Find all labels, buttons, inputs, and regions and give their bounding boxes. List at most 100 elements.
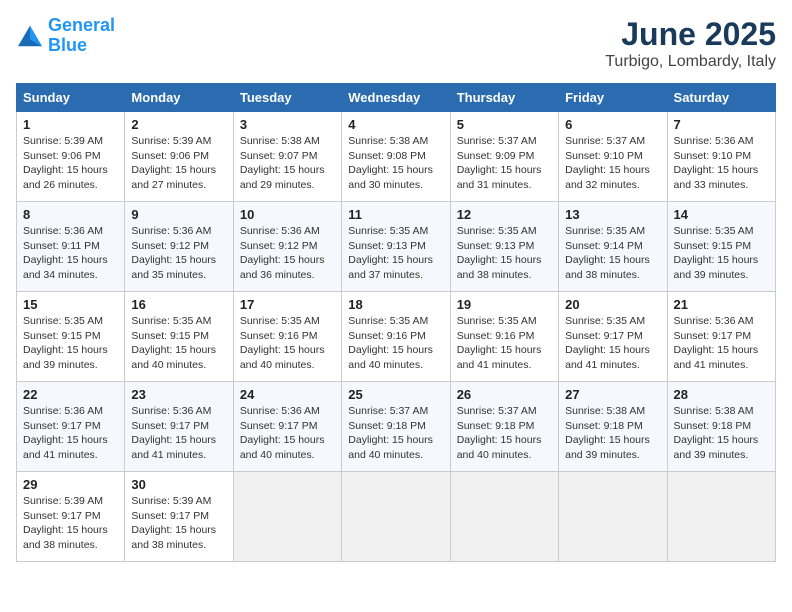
day-info: Sunrise: 5:35 AM Sunset: 9:16 PM Dayligh… <box>348 314 443 373</box>
weekday-header-row: SundayMondayTuesdayWednesdayThursdayFrid… <box>17 84 776 112</box>
logo-icon <box>16 24 44 48</box>
calendar-cell: 1Sunrise: 5:39 AM Sunset: 9:06 PM Daylig… <box>17 112 125 202</box>
calendar-cell: 27 Sunrise: 5:38 AM Sunset: 9:18 PM Dayli… <box>559 382 667 472</box>
day-info: Sunrise: 5:35 AM Sunset: 9:14 PM Dayligh… <box>565 224 660 283</box>
calendar-cell: 4Sunrise: 5:38 AM Sunset: 9:08 PM Daylig… <box>342 112 450 202</box>
calendar-cell: 8 Sunrise: 5:36 AM Sunset: 9:11 PM Daylig… <box>17 202 125 292</box>
day-number: 1 <box>23 117 118 132</box>
day-number: 17 <box>240 297 335 312</box>
day-info: Sunrise: 5:39 AM Sunset: 9:17 PM Dayligh… <box>131 494 226 553</box>
calendar-cell <box>450 472 558 562</box>
day-number: 22 <box>23 387 118 402</box>
day-info: Sunrise: 5:35 AM Sunset: 9:17 PM Dayligh… <box>565 314 660 373</box>
calendar-cell: 23Sunrise: 5:36 AM Sunset: 9:17 PM Dayli… <box>125 382 233 472</box>
calendar-cell: 25Sunrise: 5:37 AM Sunset: 9:18 PM Dayli… <box>342 382 450 472</box>
day-number: 10 <box>240 207 335 222</box>
day-number: 9 <box>131 207 226 222</box>
day-number: 3 <box>240 117 335 132</box>
calendar-cell: 2 Sunrise: 5:39 AM Sunset: 9:06 PM Daylig… <box>125 112 233 202</box>
weekday-header-wednesday: Wednesday <box>342 84 450 112</box>
calendar-cell: 9 Sunrise: 5:36 AM Sunset: 9:12 PM Daylig… <box>125 202 233 292</box>
calendar-cell: 6 Sunrise: 5:37 AM Sunset: 9:10 PM Daylig… <box>559 112 667 202</box>
calendar-cell <box>559 472 667 562</box>
day-info: Sunrise: 5:35 AM Sunset: 9:15 PM Dayligh… <box>674 224 769 283</box>
week-row-2: 8 Sunrise: 5:36 AM Sunset: 9:11 PM Daylig… <box>17 202 776 292</box>
calendar-cell: 18 Sunrise: 5:35 AM Sunset: 9:16 PM Dayli… <box>342 292 450 382</box>
day-number: 6 <box>565 117 660 132</box>
day-number: 14 <box>674 207 769 222</box>
day-info: Sunrise: 5:36 AM Sunset: 9:12 PM Dayligh… <box>240 224 335 283</box>
day-number: 11 <box>348 207 443 222</box>
calendar-cell: 21 Sunrise: 5:36 AM Sunset: 9:17 PM Dayli… <box>667 292 775 382</box>
day-number: 28 <box>674 387 769 402</box>
week-row-3: 15 Sunrise: 5:35 AM Sunset: 9:15 PM Dayli… <box>17 292 776 382</box>
day-number: 23 <box>131 387 226 402</box>
calendar-cell: 7 Sunrise: 5:36 AM Sunset: 9:10 PM Daylig… <box>667 112 775 202</box>
day-info: Sunrise: 5:36 AM Sunset: 9:12 PM Dayligh… <box>131 224 226 283</box>
calendar-title: June 2025 <box>605 16 776 53</box>
day-info: Sunrise: 5:35 AM Sunset: 9:13 PM Dayligh… <box>348 224 443 283</box>
calendar-cell: 3 Sunrise: 5:38 AM Sunset: 9:07 PM Daylig… <box>233 112 341 202</box>
calendar-cell: 24 Sunrise: 5:36 AM Sunset: 9:17 PM Dayli… <box>233 382 341 472</box>
calendar-cell: 5Sunrise: 5:37 AM Sunset: 9:09 PM Daylig… <box>450 112 558 202</box>
day-number: 4 <box>348 117 443 132</box>
week-row-5: 29 Sunrise: 5:39 AM Sunset: 9:17 PM Dayli… <box>17 472 776 562</box>
week-row-1: 1 Sunrise: 5:39 AM Sunset: 9:06 PM Daylig… <box>17 112 776 202</box>
day-info: Sunrise: 5:36 AM Sunset: 9:17 PM Dayligh… <box>23 404 118 463</box>
calendar-subtitle: Turbigo, Lombardy, Italy <box>605 53 776 71</box>
day-info: Sunrise: 5:38 AM Sunset: 9:18 PM Dayligh… <box>674 404 769 463</box>
calendar-cell: 19Sunrise: 5:35 AM Sunset: 9:16 PM Dayli… <box>450 292 558 382</box>
day-info: Sunrise: 5:35 AM Sunset: 9:13 PM Dayligh… <box>457 224 552 283</box>
day-number: 13 <box>565 207 660 222</box>
calendar-cell: 26 Sunrise: 5:37 AM Sunset: 9:18 PM Dayli… <box>450 382 558 472</box>
day-info: Sunrise: 5:37 AM Sunset: 9:18 PM Dayligh… <box>457 404 552 463</box>
weekday-header-friday: Friday <box>559 84 667 112</box>
weekday-header-monday: Monday <box>125 84 233 112</box>
calendar-cell: 15 Sunrise: 5:35 AM Sunset: 9:15 PM Dayli… <box>17 292 125 382</box>
day-number: 8 <box>23 207 118 222</box>
day-info: Sunrise: 5:35 AM Sunset: 9:15 PM Dayligh… <box>23 314 118 373</box>
day-info: Sunrise: 5:39 AM Sunset: 9:06 PM Dayligh… <box>131 134 226 193</box>
day-info: Sunrise: 5:35 AM Sunset: 9:15 PM Dayligh… <box>131 314 226 373</box>
calendar-cell <box>233 472 341 562</box>
calendar-cell: 10 Sunrise: 5:36 AM Sunset: 9:12 PM Dayli… <box>233 202 341 292</box>
calendar-cell: 14 Sunrise: 5:35 AM Sunset: 9:15 PM Dayli… <box>667 202 775 292</box>
day-number: 27 <box>565 387 660 402</box>
calendar-cell: 17Sunrise: 5:35 AM Sunset: 9:16 PM Dayli… <box>233 292 341 382</box>
day-number: 21 <box>674 297 769 312</box>
day-number: 24 <box>240 387 335 402</box>
day-number: 7 <box>674 117 769 132</box>
calendar-cell: 30Sunrise: 5:39 AM Sunset: 9:17 PM Dayli… <box>125 472 233 562</box>
day-number: 5 <box>457 117 552 132</box>
calendar-cell: 28 Sunrise: 5:38 AM Sunset: 9:18 PM Dayli… <box>667 382 775 472</box>
calendar-cell: 22 Sunrise: 5:36 AM Sunset: 9:17 PM Dayli… <box>17 382 125 472</box>
day-info: Sunrise: 5:36 AM Sunset: 9:10 PM Dayligh… <box>674 134 769 193</box>
day-number: 20 <box>565 297 660 312</box>
page-header: General Blue June 2025 Turbigo, Lombardy… <box>16 16 776 71</box>
logo-text: General Blue <box>48 16 115 56</box>
calendar-cell: 29Sunrise: 5:39 AM Sunset: 9:17 PM Dayli… <box>17 472 125 562</box>
day-info: Sunrise: 5:38 AM Sunset: 9:07 PM Dayligh… <box>240 134 335 193</box>
day-number: 25 <box>348 387 443 402</box>
title-block: June 2025 Turbigo, Lombardy, Italy <box>605 16 776 71</box>
day-info: Sunrise: 5:36 AM Sunset: 9:17 PM Dayligh… <box>240 404 335 463</box>
day-number: 26 <box>457 387 552 402</box>
weekday-header-tuesday: Tuesday <box>233 84 341 112</box>
day-info: Sunrise: 5:36 AM Sunset: 9:11 PM Dayligh… <box>23 224 118 283</box>
day-number: 2 <box>131 117 226 132</box>
logo: General Blue <box>16 16 115 56</box>
day-number: 18 <box>348 297 443 312</box>
day-info: Sunrise: 5:37 AM Sunset: 9:10 PM Dayligh… <box>565 134 660 193</box>
day-number: 12 <box>457 207 552 222</box>
day-number: 15 <box>23 297 118 312</box>
weekday-header-saturday: Saturday <box>667 84 775 112</box>
day-number: 29 <box>23 477 118 492</box>
week-row-4: 22 Sunrise: 5:36 AM Sunset: 9:17 PM Dayli… <box>17 382 776 472</box>
calendar-table: SundayMondayTuesdayWednesdayThursdayFrid… <box>16 83 776 562</box>
day-info: Sunrise: 5:38 AM Sunset: 9:18 PM Dayligh… <box>565 404 660 463</box>
weekday-header-thursday: Thursday <box>450 84 558 112</box>
calendar-cell: 20 Sunrise: 5:35 AM Sunset: 9:17 PM Dayli… <box>559 292 667 382</box>
calendar-cell <box>342 472 450 562</box>
day-info: Sunrise: 5:35 AM Sunset: 9:16 PM Dayligh… <box>457 314 552 373</box>
day-info: Sunrise: 5:36 AM Sunset: 9:17 PM Dayligh… <box>674 314 769 373</box>
